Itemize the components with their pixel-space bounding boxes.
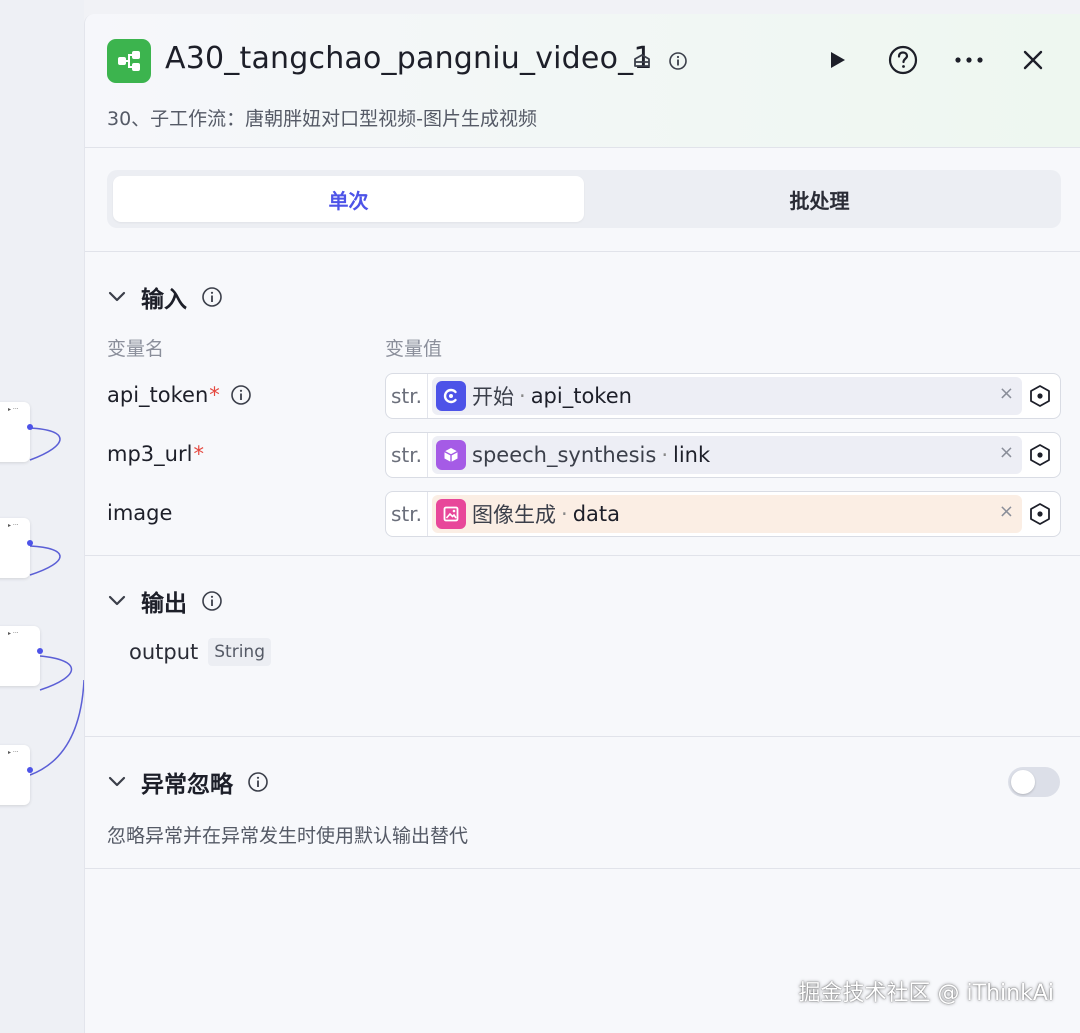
toggle-knob <box>1011 770 1035 794</box>
error-description: 忽略异常并在异常发生时使用默认输出替代 <box>107 825 469 847</box>
input-row-api-token: api_token * str. 开始 · api_token × <box>85 373 1080 419</box>
node-settings-panel: A30_tangchao_pangniu_video_1 30、子工作流：唐朝胖… <box>84 14 1080 1033</box>
output-section-title: 输出 <box>141 591 187 617</box>
mode-tabs: 单次 批处理 <box>107 170 1061 228</box>
reference-variable: data <box>572 502 620 526</box>
variable-name: image <box>107 501 173 525</box>
variable-name: mp3_url <box>107 442 193 466</box>
tab-batch[interactable]: 批处理 <box>584 176 1055 222</box>
output-type-badge: String <box>208 638 271 666</box>
play-icon <box>831 52 845 68</box>
info-icon[interactable] <box>201 286 223 308</box>
reference-source: 开始 <box>472 385 514 409</box>
input-row-mp3-url: mp3_url * str. speech_synthesis · link × <box>85 432 1080 478</box>
ignore-error-toggle[interactable] <box>1008 767 1060 797</box>
info-icon[interactable] <box>201 590 223 612</box>
mode-tabs-section: 单次 批处理 <box>85 148 1080 252</box>
clear-icon[interactable]: × <box>999 501 1014 522</box>
reference-variable: api_token <box>530 384 632 408</box>
watermark: 掘金技术社区 @ iThinkAi <box>798 981 1054 1006</box>
variable-value-field[interactable]: str. speech_synthesis · link × <box>385 432 1061 478</box>
more-button[interactable] <box>951 42 987 78</box>
output-section-header[interactable]: 输出 <box>107 584 223 618</box>
canvas-node[interactable]: ▸ ··· <box>0 626 43 686</box>
clear-icon[interactable]: × <box>999 442 1014 463</box>
close-icon <box>1023 50 1043 70</box>
canvas-node[interactable]: ▸ ··· <box>0 745 33 805</box>
reference-source: speech_synthesis <box>472 443 657 467</box>
variable-value-field[interactable]: str. 开始 · api_token × <box>385 373 1061 419</box>
error-handling-section: 异常忽略 忽略异常并在异常发生时使用默认输出替代 <box>85 737 1080 869</box>
input-section: 输入 变量名 变量值 api_token * str. 开始 · api_tok… <box>85 252 1080 556</box>
variable-picker-icon[interactable] <box>1028 384 1052 408</box>
tab-single[interactable]: 单次 <box>113 176 584 222</box>
canvas-node[interactable]: ▸ ··· <box>0 518 33 578</box>
input-row-image: image str. 图像生成 · data × <box>85 491 1080 537</box>
canvas-edges <box>29 427 84 776</box>
reference-separator: · <box>661 443 669 467</box>
column-header-name: 变量名 <box>107 338 165 360</box>
image-icon <box>436 499 466 529</box>
required-mark: * <box>193 442 204 466</box>
canvas-node[interactable]: ▸ ··· <box>0 402 33 462</box>
workflow-icon <box>107 39 151 83</box>
cube-icon <box>436 440 466 470</box>
input-section-header[interactable]: 输入 <box>107 280 223 314</box>
output-name: output <box>129 640 199 664</box>
variable-reference-chip[interactable]: speech_synthesis · link × <box>432 436 1022 474</box>
layers-icon[interactable] <box>631 50 653 72</box>
type-label: str. <box>386 492 428 536</box>
output-section: 输出 output String <box>85 556 1080 737</box>
run-button[interactable] <box>819 42 855 78</box>
error-section-title: 异常忽略 <box>141 772 233 798</box>
node-title[interactable]: A30_tangchao_pangniu_video_1 <box>165 41 653 76</box>
input-section-title: 输入 <box>141 287 187 313</box>
reference-separator: · <box>561 502 568 526</box>
reference-separator: · <box>519 384 526 408</box>
error-section-header[interactable]: 异常忽略 <box>107 765 269 799</box>
variable-reference-chip[interactable]: 图像生成 · data × <box>432 495 1022 533</box>
info-icon[interactable] <box>247 771 269 793</box>
close-button[interactable] <box>1015 42 1051 78</box>
variable-name: api_token <box>107 383 209 407</box>
start-icon <box>436 381 466 411</box>
chevron-down-icon[interactable] <box>107 287 127 307</box>
info-icon[interactable] <box>667 50 689 72</box>
required-mark: * <box>209 383 220 407</box>
variable-picker-icon[interactable] <box>1028 443 1052 467</box>
column-header-value: 变量值 <box>385 338 443 360</box>
workflow-canvas[interactable]: ▸ ··· ▸ ··· ▸ ··· ▸ ··· <box>0 0 84 1033</box>
output-variable: output String <box>129 638 271 666</box>
reference-variable: link <box>673 443 711 467</box>
chevron-down-icon[interactable] <box>107 772 127 792</box>
more-icon <box>955 57 983 63</box>
type-label: str. <box>386 374 428 418</box>
variable-picker-icon[interactable] <box>1028 502 1052 526</box>
chevron-down-icon[interactable] <box>107 591 127 611</box>
reference-source: 图像生成 <box>472 503 556 527</box>
variable-value-field[interactable]: str. 图像生成 · data × <box>385 491 1061 537</box>
clear-icon[interactable]: × <box>999 383 1014 404</box>
node-description: 30、子工作流：唐朝胖妞对口型视频-图片生成视频 <box>107 108 538 130</box>
help-button[interactable] <box>885 42 921 78</box>
help-icon <box>888 45 918 75</box>
type-label: str. <box>386 433 428 477</box>
panel-header: A30_tangchao_pangniu_video_1 30、子工作流：唐朝胖… <box>85 14 1080 148</box>
variable-reference-chip[interactable]: 开始 · api_token × <box>432 377 1022 415</box>
info-icon[interactable] <box>230 384 252 406</box>
